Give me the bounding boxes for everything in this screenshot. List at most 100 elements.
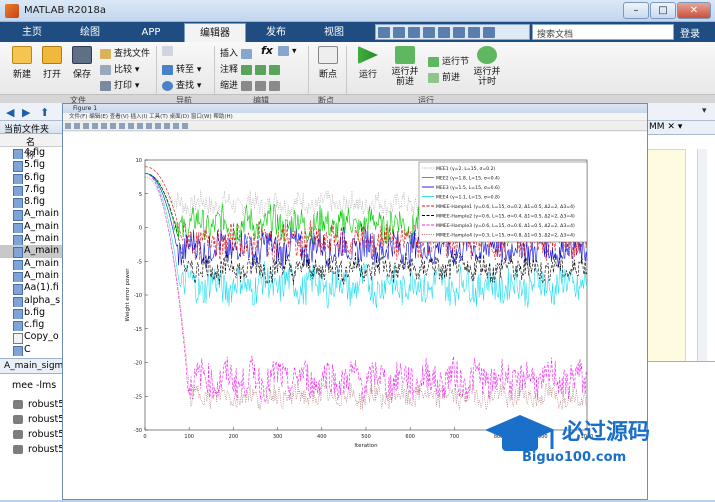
login-link[interactable]: 登录 xyxy=(680,25,700,40)
undo-icon[interactable] xyxy=(438,27,450,38)
editor-code-area[interactable] xyxy=(646,149,686,374)
editor-tab[interactable]: MM ✕ ▾ xyxy=(646,121,715,135)
file-item[interactable]: C xyxy=(0,344,69,357)
workspace-item[interactable]: robust5 xyxy=(0,397,70,412)
advance-button[interactable]: 前进 xyxy=(428,70,460,83)
command-window-panel[interactable] xyxy=(646,361,715,500)
new-figure-icon[interactable] xyxy=(65,123,71,129)
file-item[interactable]: A_main xyxy=(0,245,69,258)
print-button[interactable]: 打印 ▾ xyxy=(100,78,139,91)
rotate-icon[interactable] xyxy=(137,123,143,129)
nav-arrows[interactable] xyxy=(162,46,176,57)
tab-publish[interactable]: 发布 xyxy=(248,23,304,42)
save-icon[interactable] xyxy=(378,27,390,38)
file-item[interactable]: A_main xyxy=(0,221,69,234)
redo-icon[interactable] xyxy=(453,27,465,38)
format-button[interactable]: ▾ xyxy=(278,46,297,57)
compare-button[interactable]: 比较 ▾ xyxy=(100,62,139,75)
legend-icon[interactable] xyxy=(182,123,188,129)
indent-button[interactable]: 缩进 xyxy=(220,78,283,91)
file-item[interactable]: Copy_o xyxy=(0,331,69,344)
address-dropdown-icon[interactable]: ▾ xyxy=(702,106,707,116)
tab-view[interactable]: 视图 xyxy=(306,23,362,42)
editor-dropdown-icon[interactable]: ▾ xyxy=(678,122,683,132)
run-and-advance-button[interactable]: 运行并 前进 xyxy=(388,46,422,87)
legend-entry: MEE1 (γ=2, L=15, σ=0.2) xyxy=(436,166,496,172)
tab-plots[interactable]: 绘图 xyxy=(62,23,118,42)
tab-apps[interactable]: APP xyxy=(120,23,182,42)
close-button[interactable]: ✕ xyxy=(677,2,711,19)
file-item[interactable]: b.fig xyxy=(0,307,69,320)
help-icon[interactable] xyxy=(483,27,495,38)
zoom-in-icon[interactable] xyxy=(110,123,116,129)
cut-icon[interactable] xyxy=(393,27,405,38)
brush-icon[interactable] xyxy=(155,123,161,129)
copy-icon[interactable] xyxy=(408,27,420,38)
file-item[interactable]: 6.fig xyxy=(0,172,69,184)
insert-button[interactable]: 插入 xyxy=(220,46,255,59)
run-and-time-button[interactable]: 运行并 计时 xyxy=(470,46,504,87)
find-button[interactable]: 查找 ▾ xyxy=(162,78,201,91)
save-button[interactable]: 保存 xyxy=(68,46,96,80)
data-cursor-icon[interactable] xyxy=(146,123,152,129)
x-tick-label: 700 xyxy=(450,434,460,440)
tab-editor[interactable]: 编辑器 xyxy=(184,23,246,42)
file-item[interactable]: A_main xyxy=(0,270,69,283)
file-item[interactable]: 5.fig xyxy=(0,159,69,172)
file-item[interactable]: 4.fig xyxy=(0,147,69,160)
figure-menu[interactable]: 文件(F) 编辑(E) 查看(V) 插入(I) 工具(T) 桌面(D) 窗口(W… xyxy=(63,113,647,121)
close-tab-icon[interactable]: ✕ xyxy=(667,122,675,132)
save-figure-icon[interactable] xyxy=(83,123,89,129)
legend-entry: MEE4 (γ=1.1, L=15, σ=0.8) xyxy=(436,195,500,201)
workspace-item[interactable]: robust5 xyxy=(0,412,70,427)
y-tick-label: 10 xyxy=(136,158,142,164)
y-tick-label: -30 xyxy=(134,428,142,434)
file-item[interactable]: A_main xyxy=(0,233,69,246)
up-folder-icon[interactable]: ⬆ xyxy=(40,106,49,119)
x-tick-label: 500 xyxy=(361,434,371,440)
find-files-button[interactable]: 查找文件 xyxy=(100,46,150,59)
minimize-button[interactable]: – xyxy=(623,2,649,19)
colorbar-icon[interactable] xyxy=(173,123,179,129)
open-file-icon[interactable] xyxy=(74,123,80,129)
file-item[interactable]: Aa(1).fi xyxy=(0,282,69,295)
forward-arrow-icon[interactable]: ▶ xyxy=(22,106,30,119)
file-item[interactable]: A_main xyxy=(0,208,69,221)
file-item[interactable]: 7.fig xyxy=(0,184,69,197)
file-item[interactable]: alpha_s xyxy=(0,295,69,307)
back-arrow-icon[interactable]: ◀ xyxy=(6,106,14,119)
column-header-name[interactable]: 名称 xyxy=(0,134,69,161)
switch-windows-icon[interactable] xyxy=(468,27,480,38)
new-file-icon xyxy=(12,46,32,64)
run-section-button[interactable]: 运行节 xyxy=(428,54,469,67)
workspace-item[interactable]: robust5 xyxy=(0,442,70,457)
indent-icon xyxy=(254,80,266,91)
maximize-button[interactable]: □ xyxy=(650,2,676,19)
pan-icon[interactable] xyxy=(128,123,134,129)
print-figure-icon[interactable] xyxy=(92,123,98,129)
watermark-text: 必过源码 xyxy=(562,419,650,445)
zoom-out-icon[interactable] xyxy=(119,123,125,129)
goto-button[interactable]: 转至 ▾ xyxy=(162,62,201,75)
file-item[interactable]: A_main xyxy=(0,258,69,270)
x-axis-label: Iteration xyxy=(354,443,378,449)
search-documentation-input[interactable]: 搜索文档 xyxy=(532,24,674,40)
comment-button[interactable]: 注释 xyxy=(220,62,283,75)
fx-button[interactable]: fx xyxy=(261,44,273,57)
paste-icon[interactable] xyxy=(423,27,435,38)
breakpoints-button[interactable]: 断点 xyxy=(313,46,343,80)
workspace-item[interactable]: robust5 xyxy=(0,427,70,442)
file-item[interactable]: 8.fig xyxy=(0,196,69,209)
run-button[interactable]: 运行 xyxy=(352,46,384,80)
editor-scrollbar[interactable] xyxy=(697,149,707,374)
new-button[interactable]: 新建 xyxy=(8,46,36,80)
run-section-icon xyxy=(428,56,439,67)
advance-icon xyxy=(428,72,439,83)
breakpoint-icon xyxy=(318,46,338,64)
open-button[interactable]: 打开 xyxy=(38,46,66,80)
link-icon[interactable] xyxy=(164,123,170,129)
wrap-icon xyxy=(268,64,280,75)
tab-home[interactable]: 主页 xyxy=(4,23,60,42)
file-item[interactable]: c.fig xyxy=(0,319,69,332)
pointer-icon[interactable] xyxy=(101,123,107,129)
